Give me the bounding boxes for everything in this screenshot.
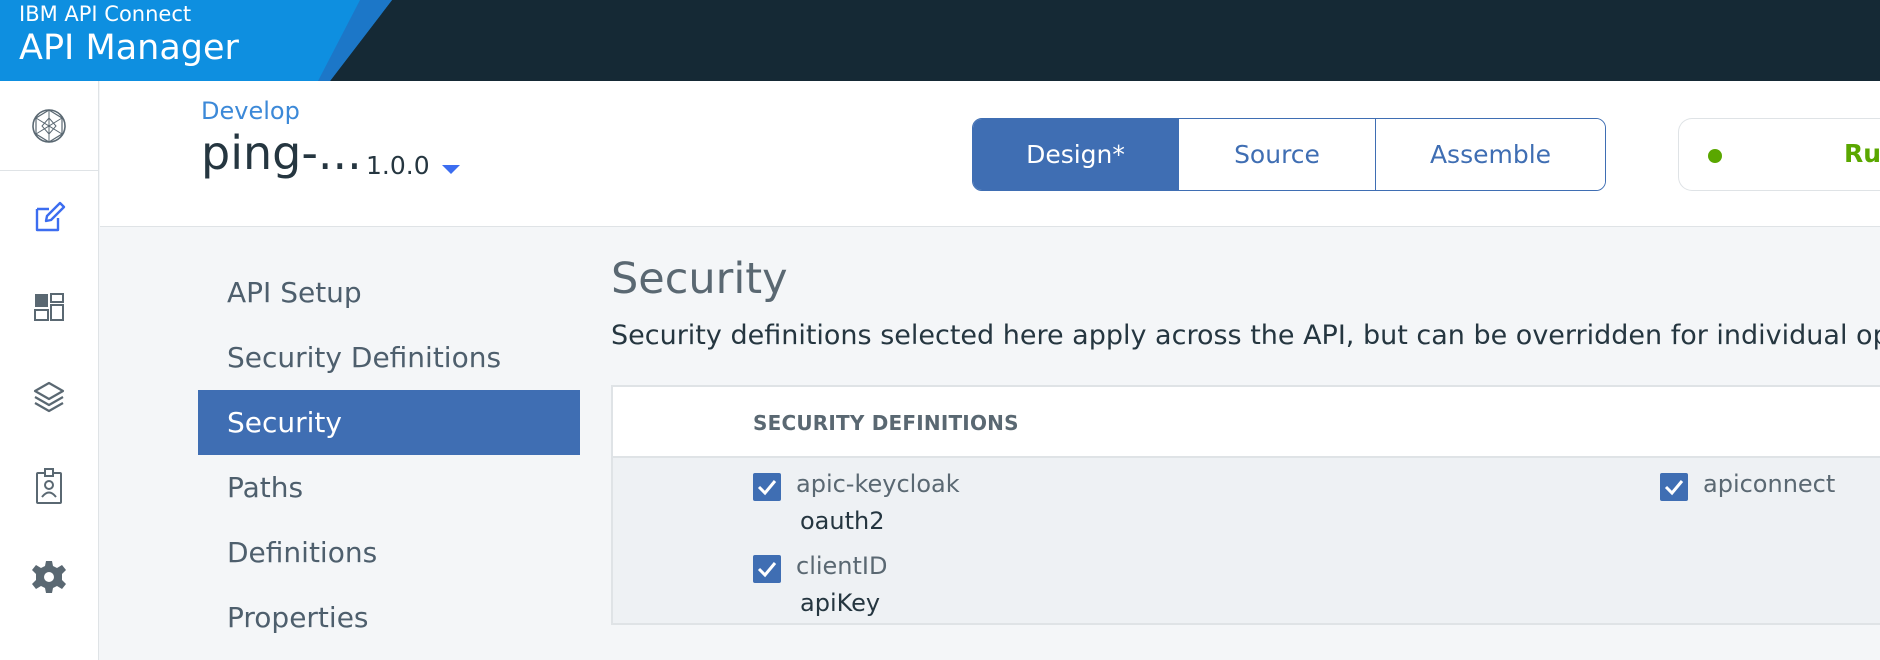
caret-down-icon [441,165,460,174]
status-dot-icon [1708,149,1722,163]
layers-icon [33,381,65,413]
sidenav-item-api-setup[interactable]: API Setup [198,260,580,325]
checkmark-icon [757,480,777,496]
status-label: Run [1844,139,1880,168]
editor-tabs: Design* Source Assemble [972,118,1606,191]
breadcrumb-develop[interactable]: Develop [201,97,300,125]
sidenav-item-definitions[interactable]: Definitions [198,520,580,585]
edit-icon [35,201,66,232]
top-bar: IBM API Connect API Manager [0,0,1880,81]
definition-name: apiconnect [1703,470,1836,498]
sidenav-item-properties[interactable]: Properties [198,585,580,650]
rail-dashboard[interactable] [0,262,98,352]
status-indicator: Run [1678,118,1880,191]
tab-source[interactable]: Source [1179,119,1376,190]
tab-assemble[interactable]: Assemble [1376,119,1605,190]
table-header: SECURITY DEFINITIONS [613,387,1880,458]
clientid-checkbox[interactable] [753,555,781,583]
rail-settings[interactable] [0,532,98,622]
definition-type: oauth2 [800,507,885,535]
rail-develop[interactable] [0,172,98,262]
sidenav-item-paths[interactable]: Paths [198,455,580,520]
definition-name: apic-keycloak [796,470,960,498]
rail-home[interactable] [0,81,98,171]
sidenav-item-security[interactable]: Security [198,390,580,455]
section-title: Security [611,254,788,304]
definition-type: apiKey [800,589,881,617]
api-title: ping-... [201,126,362,180]
apic-keycloak-checkbox[interactable] [753,473,781,501]
security-definitions-table: SECURITY DEFINITIONS apic-keycloak oauth… [611,385,1880,625]
rail-catalogs[interactable] [0,352,98,442]
brand-app-name[interactable]: API Manager [19,28,239,68]
checkmark-icon [1664,480,1684,496]
version-label: 1.0.0 [366,151,430,180]
sidenav-item-security-definitions[interactable]: Security Definitions [198,325,580,390]
brand-product-name: IBM API Connect [19,2,192,26]
api-header: Develop ping-... 1.0.0 Design* Source As… [100,81,1880,227]
design-sidenav: API Setup Security Definitions Security … [198,260,580,650]
checkmark-icon [757,562,777,578]
network-globe-icon [32,108,66,143]
tab-design[interactable]: Design* [973,119,1179,190]
section-description: Security definitions selected here apply… [611,320,1880,351]
rail-members[interactable] [0,442,98,532]
dashboard-icon [34,293,64,321]
version-selector[interactable]: 1.0.0 [366,151,460,180]
left-nav-rail [0,81,99,660]
badge-icon [36,468,62,504]
definition-name: clientID [796,552,888,580]
gear-icon [32,561,66,593]
table-header-label: SECURITY DEFINITIONS [753,411,1019,435]
apiconnect-checkbox[interactable] [1660,473,1688,501]
